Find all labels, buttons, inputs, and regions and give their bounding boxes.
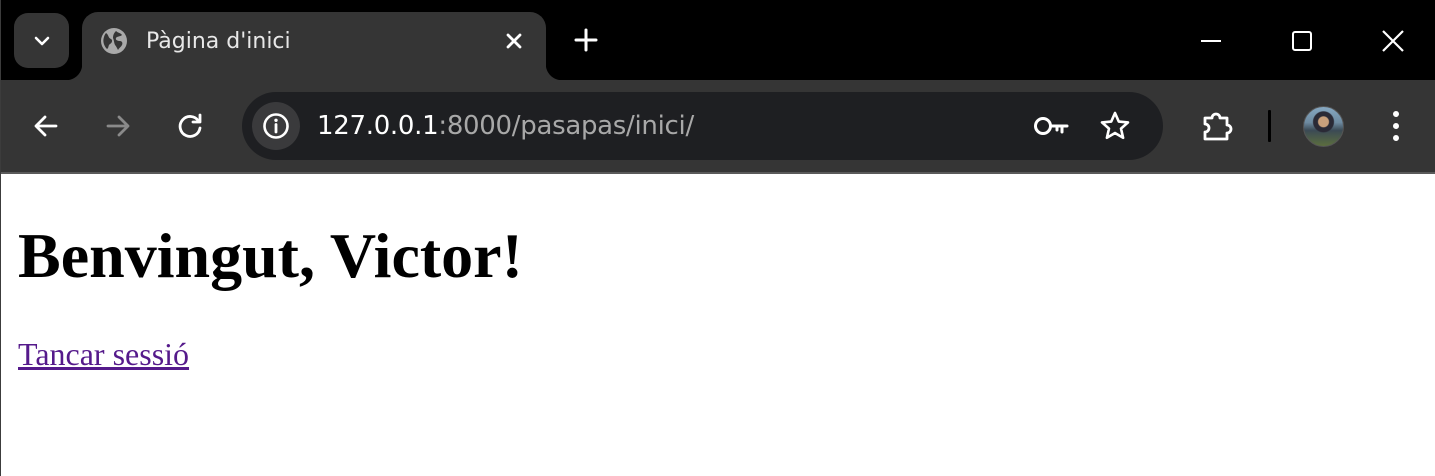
tab-strip: Pàgina d'inici <box>1 0 1435 80</box>
close-icon <box>506 33 522 49</box>
globe-icon <box>101 28 127 54</box>
minimize-icon <box>1201 40 1221 42</box>
page-content: Benvingut, Victor! Tancar sessió <box>1 174 1435 476</box>
plus-icon <box>574 28 598 52</box>
browser-menu-button[interactable] <box>1374 104 1418 148</box>
close-tab-button[interactable] <box>500 27 528 55</box>
kebab-menu-icon <box>1393 111 1399 141</box>
back-button[interactable] <box>24 104 68 148</box>
key-icon <box>1034 117 1069 135</box>
forward-button[interactable] <box>96 104 140 148</box>
url-path: :8000/pasapas/inici/ <box>438 111 694 141</box>
extensions-button[interactable] <box>1195 104 1239 148</box>
puzzle-icon <box>1203 112 1233 141</box>
maximize-button[interactable] <box>1277 14 1327 68</box>
url-text[interactable]: 127.0.0.1:8000/pasapas/inici/ <box>317 110 694 142</box>
tab-search-button[interactable] <box>14 13 69 68</box>
forward-arrow-icon <box>106 115 130 137</box>
avatar[interactable] <box>1303 106 1344 147</box>
chevron-down-icon <box>34 36 49 45</box>
page-title: Benvingut, Victor! <box>18 220 523 291</box>
new-tab-button[interactable] <box>569 23 603 57</box>
close-icon <box>1382 30 1404 52</box>
back-arrow-icon <box>34 115 58 137</box>
password-manager-button[interactable] <box>1032 106 1072 146</box>
tab-active[interactable]: Pàgina d'inici <box>66 12 562 80</box>
logout-link[interactable]: Tancar sessió <box>18 336 189 372</box>
site-info-button[interactable] <box>252 102 300 150</box>
bookmark-button[interactable] <box>1095 106 1135 146</box>
reload-icon <box>178 113 202 138</box>
tab-title: Pàgina d'inici <box>146 29 291 54</box>
browser-toolbar: 127.0.0.1:8000/pasapas/inici/ <box>1 80 1435 172</box>
toolbar-divider <box>1268 110 1271 142</box>
minimize-button[interactable] <box>1186 14 1236 68</box>
url-host: 127.0.0.1 <box>317 111 439 141</box>
maximize-icon <box>1292 31 1312 51</box>
info-icon <box>263 113 289 139</box>
close-window-button[interactable] <box>1368 14 1418 68</box>
star-icon <box>1100 111 1130 140</box>
browser-window: Pàgina d'inici 127.0.0.1:8000/pasapas/in… <box>0 0 1435 476</box>
address-bar[interactable]: 127.0.0.1:8000/pasapas/inici/ <box>242 92 1163 160</box>
reload-button[interactable] <box>168 104 212 148</box>
